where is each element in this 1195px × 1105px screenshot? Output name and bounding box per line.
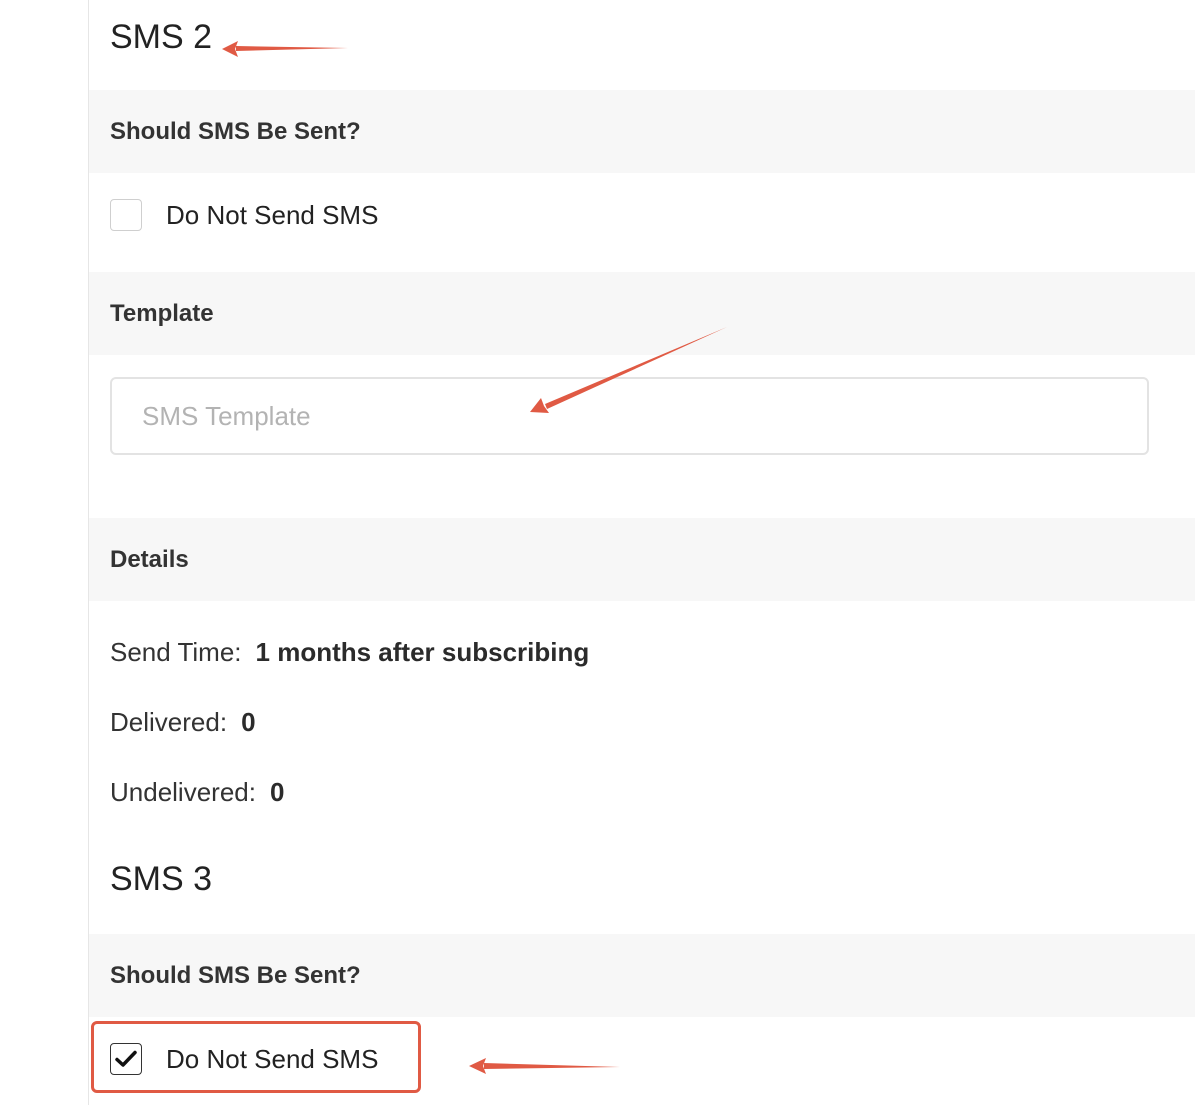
send-time-key: Send Time: [110, 637, 242, 667]
annotation-arrow-sms-3-checkbox [469, 1058, 620, 1074]
delivered-key: Delivered: [110, 707, 228, 737]
delivered-row: Delivered: 0 [110, 704, 256, 740]
sms-2-template-label: Template [110, 300, 214, 327]
undelivered-value: 0 [269, 777, 285, 807]
sms-3-should-send-section: Should SMS Be Sent? [89, 934, 1195, 1017]
sms-2-should-send-section: Should SMS Be Sent? [89, 90, 1195, 173]
annotation-highlight-box [91, 1021, 421, 1093]
send-time-row: Send Time: 1 months after subscribing [110, 634, 589, 670]
annotation-arrow-sms-2-heading [222, 41, 348, 57]
sms-2-do-not-send-label[interactable]: Do Not Send SMS [166, 200, 378, 231]
sms-2-do-not-send-option[interactable]: Do Not Send SMS [110, 197, 378, 233]
sms-2-template-section: Template [89, 272, 1195, 355]
undelivered-row: Undelivered: 0 [110, 774, 284, 810]
send-time-value: 1 months after subscribing [255, 637, 590, 667]
sms-2-should-send-label: Should SMS Be Sent? [110, 118, 361, 145]
sms-3-heading: SMS 3 [110, 860, 213, 898]
undelivered-key: Undelivered: [110, 777, 256, 807]
sms-2-details-label: Details [110, 546, 189, 573]
delivered-value: 0 [241, 707, 256, 737]
sms-2-details-section: Details [89, 518, 1195, 601]
sms-3-should-send-label: Should SMS Be Sent? [110, 962, 361, 989]
sms-2-do-not-send-checkbox[interactable] [110, 199, 142, 231]
sms-2-template-input[interactable] [110, 377, 1149, 455]
sms-2-heading: SMS 2 [110, 18, 213, 56]
